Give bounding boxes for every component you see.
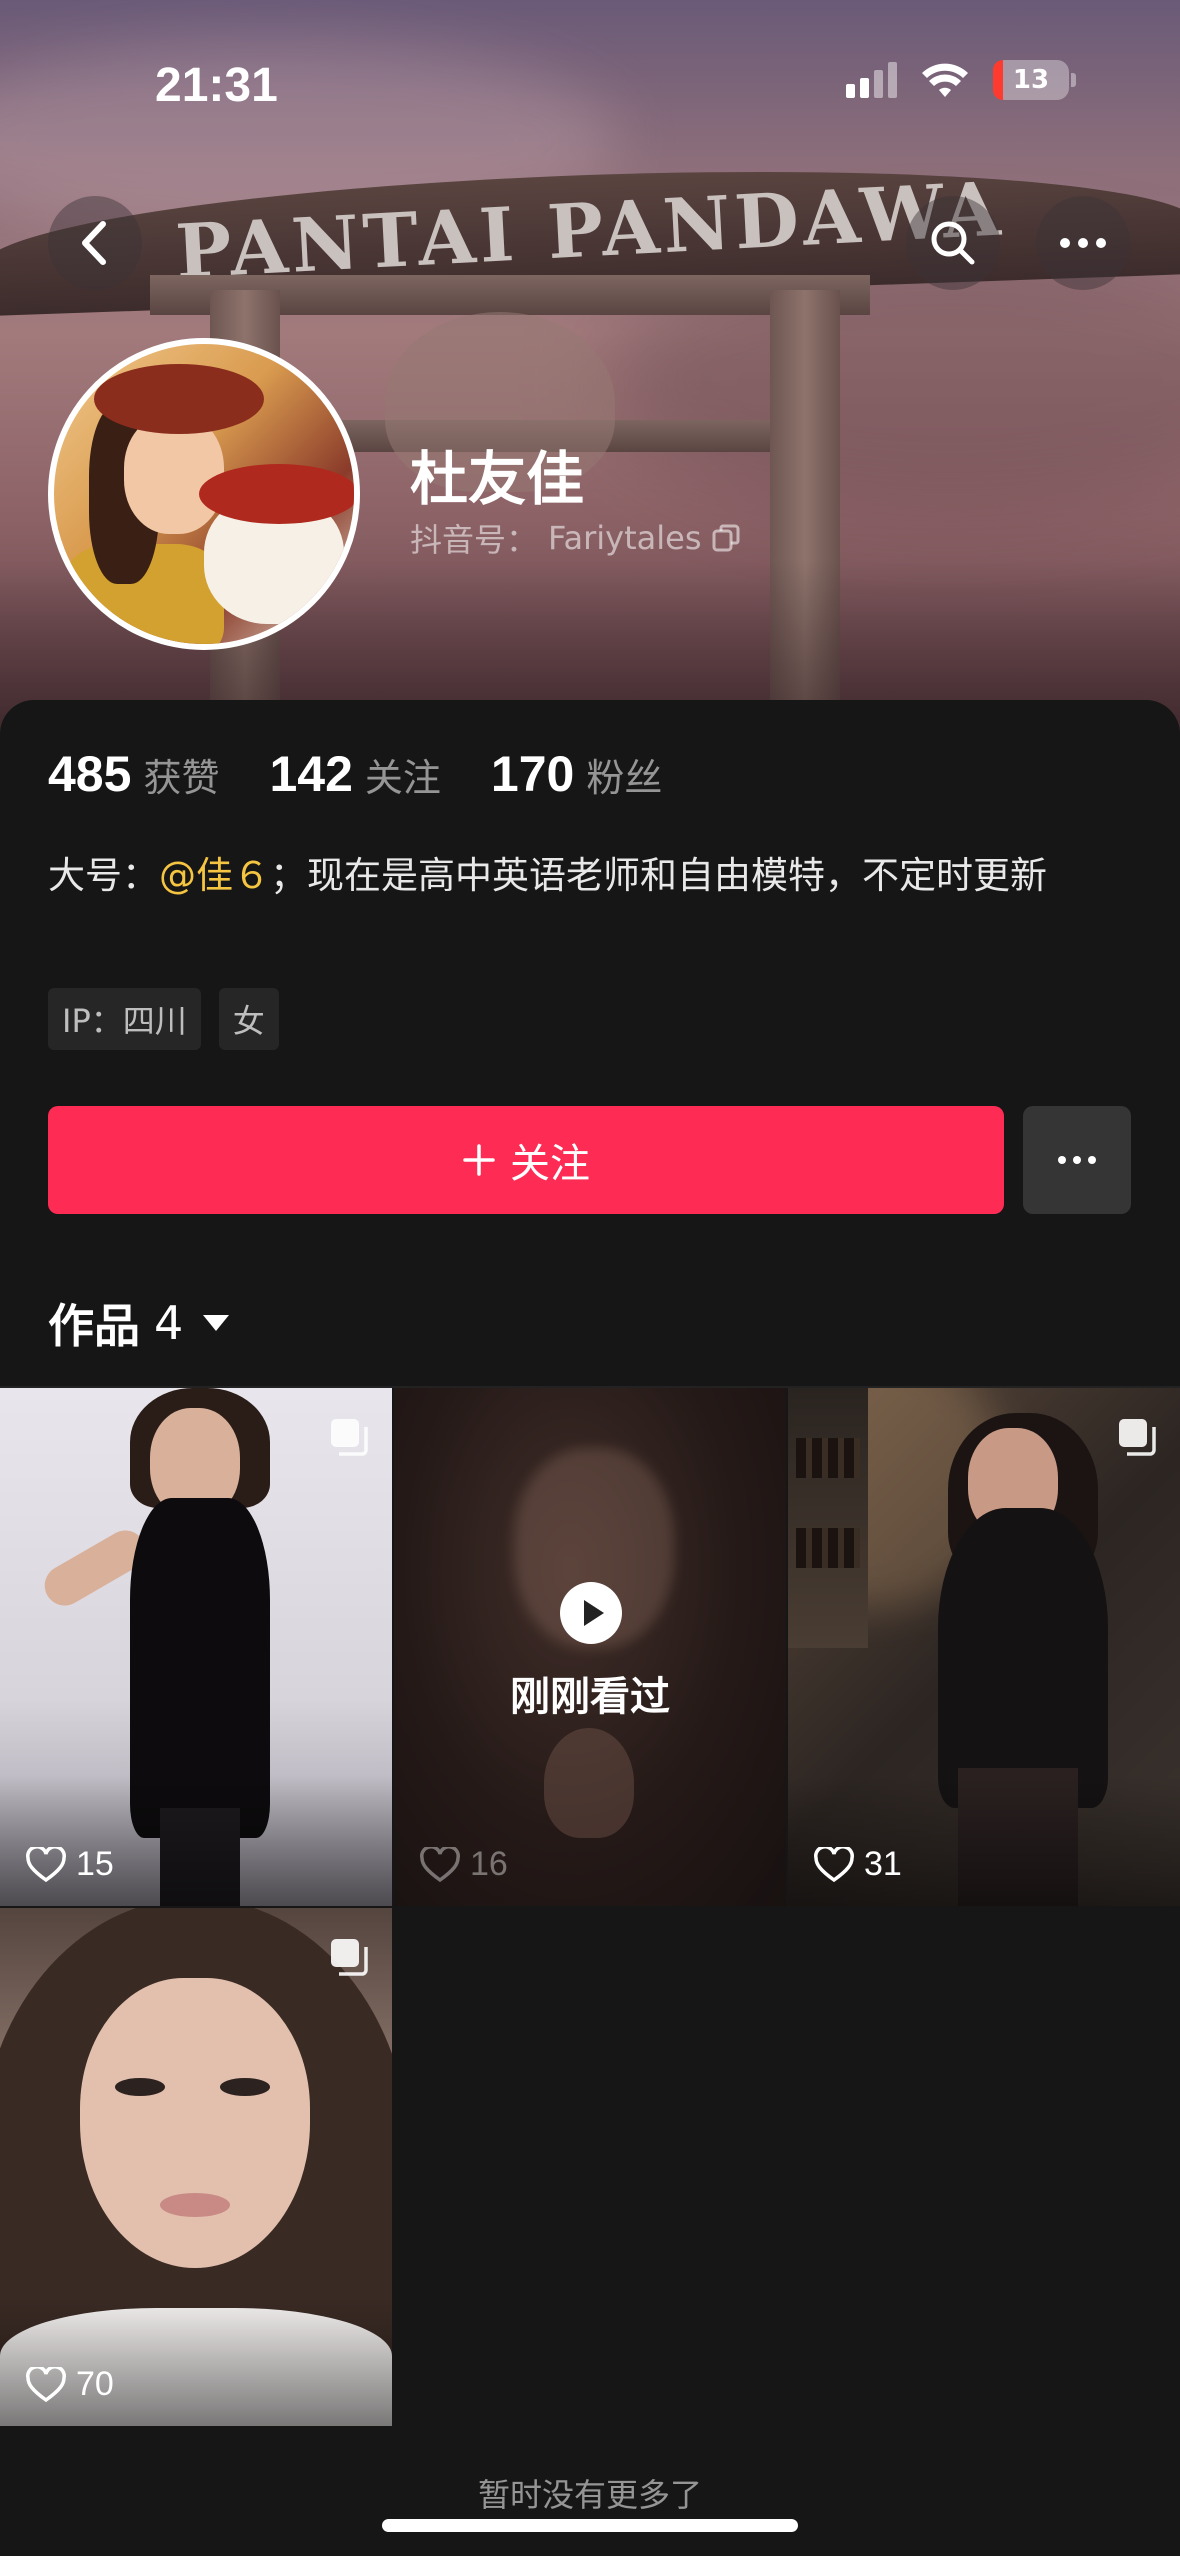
works-count: 4	[154, 1296, 184, 1350]
bio-prefix: 大号：	[48, 854, 159, 897]
copy-icon[interactable]	[711, 523, 741, 553]
video-tile[interactable]: 刚刚看过 16	[394, 1388, 786, 1906]
stat-following[interactable]: 142 关注	[269, 745, 440, 803]
heart-icon	[26, 2366, 66, 2402]
video-tile[interactable]: 31	[788, 1388, 1180, 1906]
caret-down-icon	[203, 1315, 230, 1331]
plus-icon	[463, 1144, 495, 1176]
battery-level: 13	[1012, 65, 1050, 95]
status-time: 21:31	[155, 59, 278, 112]
heart-icon	[420, 1846, 460, 1882]
douyin-id-label: 抖音号：	[410, 521, 539, 559]
video-tile[interactable]: 70	[0, 1908, 392, 2426]
video-likes: 16	[420, 1845, 508, 1884]
follow-button-label: 关注	[510, 1141, 590, 1187]
likes-count: 70	[76, 2365, 114, 2403]
avatar[interactable]	[48, 338, 360, 650]
stat-label: 获赞	[143, 756, 220, 800]
wifi-icon	[922, 63, 968, 97]
heart-icon	[814, 1846, 854, 1882]
play-icon	[560, 1582, 622, 1644]
video-likes: 15	[26, 1845, 114, 1884]
douyin-id-value: Fariytales	[548, 519, 702, 557]
search-button[interactable]	[906, 196, 1000, 290]
profile-name: 杜友佳	[410, 445, 585, 513]
multi-image-icon	[1119, 1419, 1156, 1456]
video-tile[interactable]: 15	[0, 1388, 392, 1906]
back-button[interactable]	[48, 196, 142, 290]
follow-button[interactable]: 关注	[48, 1106, 1004, 1214]
stat-number: 485	[48, 746, 132, 802]
back-icon	[82, 221, 106, 265]
stat-number: 170	[490, 746, 575, 802]
tag-gender: 女	[218, 988, 279, 1050]
stat-number: 142	[269, 746, 353, 802]
profile-bio: 大号：@佳６；现在是高中英语老师和自由模特，不定时更新	[48, 845, 1128, 907]
stat-followers[interactable]: 170 粉丝	[491, 745, 662, 803]
more-icon	[1060, 238, 1106, 248]
video-likes: 31	[814, 1845, 902, 1884]
bio-mention-link[interactable]: @佳６	[159, 854, 270, 897]
signal-icon	[846, 62, 897, 98]
search-icon	[931, 221, 975, 265]
stat-likes[interactable]: 485 获赞	[48, 745, 219, 803]
bio-text: ；现在是高中英语老师和自由模特，不定时更新	[270, 854, 1047, 897]
douyin-id[interactable]: 抖音号： Fariytales	[410, 515, 741, 561]
works-label: 作品	[48, 1299, 140, 1353]
status-icons: 13	[846, 60, 1076, 100]
likes-count: 31	[864, 1845, 902, 1883]
recently-watched-label: 刚刚看过	[510, 1674, 670, 1720]
end-of-list-text: 暂时没有更多了	[477, 2476, 702, 2514]
more-options-button[interactable]	[1036, 196, 1130, 290]
more-actions-button[interactable]	[1023, 1106, 1131, 1214]
stat-label: 粉丝	[586, 756, 663, 800]
works-tab[interactable]: 作品 4	[48, 1290, 230, 1356]
video-likes: 70	[26, 2365, 114, 2404]
heart-icon	[26, 1846, 66, 1882]
more-icon	[1058, 1156, 1096, 1164]
likes-count: 16	[470, 1845, 508, 1883]
multi-image-icon	[331, 1419, 368, 1456]
likes-count: 15	[76, 1845, 114, 1883]
stat-label: 关注	[364, 756, 441, 800]
home-indicator[interactable]	[382, 2519, 798, 2532]
tag-ip-location: IP：四川	[48, 988, 201, 1050]
battery-icon: 13	[993, 60, 1069, 100]
multi-image-icon	[331, 1939, 368, 1976]
profile-tags: IP：四川 女	[48, 988, 279, 1050]
profile-stats: 485 获赞 142 关注 170 粉丝	[48, 745, 712, 803]
